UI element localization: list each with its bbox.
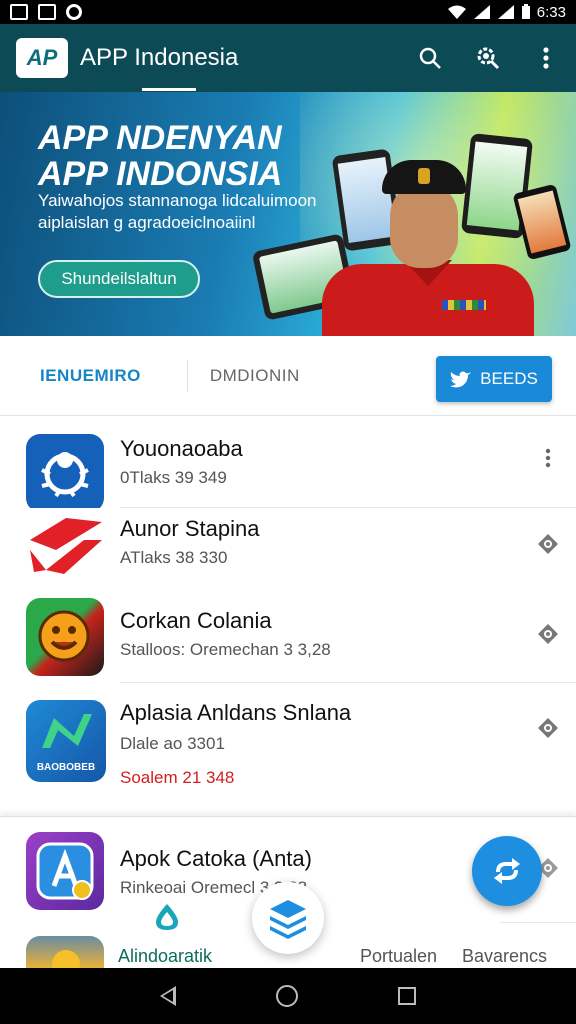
- cap-badge-icon: [418, 168, 430, 184]
- app-name: Aplasia Anldans Snlana: [120, 700, 352, 725]
- back-button[interactable]: [160, 986, 176, 1006]
- banner-cta-button[interactable]: Shundeilslaltun: [38, 260, 200, 298]
- more-vert-icon: [543, 47, 549, 69]
- drop-icon[interactable]: [152, 902, 182, 932]
- list-item[interactable]: Aunor Stapina ATlaks 38 330: [0, 508, 576, 595]
- app-meta: 0Tlaks 39 349: [120, 468, 227, 487]
- sync-icon: [66, 4, 82, 20]
- eye-icon: [538, 718, 558, 738]
- search-icon: [419, 47, 441, 69]
- image-icon: [38, 4, 56, 20]
- status-time: 6:33: [536, 3, 566, 21]
- bird-icon: [450, 371, 472, 388]
- title-underline: [142, 88, 196, 91]
- recents-button[interactable]: [398, 987, 416, 1005]
- banner-subtitle: Yaiwahojos stannanoga lidcaluimoon aipla…: [38, 190, 338, 234]
- system-nav-bar: [0, 968, 576, 1024]
- red-arrows-icon: [30, 518, 102, 574]
- app-meta: Dlale ao 3301: [120, 734, 225, 753]
- more-options-button[interactable]: [536, 446, 560, 470]
- wifi-icon: [447, 5, 466, 19]
- officer-illustration: [322, 160, 534, 336]
- preview-button[interactable]: [536, 532, 560, 556]
- app-icon-n: BAOBOBEB: [26, 700, 106, 782]
- settings-search-button[interactable]: [474, 44, 502, 72]
- banner-headline-line-2: APP INDONSIA: [38, 155, 283, 193]
- officer-head: [390, 182, 458, 268]
- app-name: Aunor Stapina: [120, 516, 260, 541]
- bottom-nav-item-home[interactable]: Alindoaratik: [118, 946, 212, 967]
- search-button[interactable]: [416, 44, 444, 72]
- more-options-button[interactable]: [532, 44, 560, 72]
- status-left-icons: [10, 4, 82, 20]
- medal-ribbons: [442, 300, 486, 310]
- bottom-nav-item-preferences[interactable]: Bavarencs: [462, 946, 547, 967]
- signal-icon-2: [497, 5, 514, 19]
- home-button[interactable]: [276, 985, 298, 1007]
- app-warning-text: Soalem 21 348: [120, 768, 235, 787]
- list-item[interactable]: Youonaoaba 0Tlaks 39 349: [0, 424, 576, 512]
- promo-banner[interactable]: APP NDENYAN APP INDONSIA Yaiwahojos stan…: [0, 92, 576, 336]
- app-icon-appstore: [26, 832, 104, 910]
- list-item[interactable]: BAOBOBEB Aplasia Anldans Snlana Dlale ao…: [0, 684, 576, 806]
- n-logo-icon: [42, 714, 92, 748]
- list-item[interactable]: Corkan Colania Stalloos: Oremechan 3 3,2…: [0, 594, 576, 684]
- app-name: Youonaoaba: [120, 436, 243, 461]
- bug-icon: [41, 452, 89, 498]
- preview-button[interactable]: [536, 716, 560, 740]
- divider: [120, 682, 576, 683]
- eye-icon: [538, 624, 558, 644]
- app-meta: Stalloos: Oremechan 3 3,28: [120, 640, 331, 659]
- banner-subtitle-line-1: Yaiwahojos stannanoga lidcaluimoon: [38, 191, 317, 210]
- refresh-icon: [494, 858, 520, 884]
- filter-button[interactable]: BEEDS: [436, 356, 552, 402]
- app-store-icon: [36, 842, 94, 900]
- app-name: Apok Catoka (Anta): [120, 846, 312, 871]
- tab-divider: [186, 359, 188, 392]
- banner-subtitle-line-2: aiplaislan g agradoeiclnoaiinl: [38, 213, 256, 232]
- notification-icon: [10, 4, 28, 20]
- app-logo[interactable]: AP: [16, 38, 68, 78]
- tabs-row: IENUEMIRO DMDIONIN BEEDS: [0, 336, 576, 416]
- app-icon-red-arrows: [26, 510, 104, 588]
- status-right-icons: 6:33: [447, 4, 566, 21]
- app-bar: AP APP Indonesia: [0, 24, 576, 92]
- battery-icon: [521, 4, 530, 19]
- eye-icon: [538, 534, 558, 554]
- tab-secondary[interactable]: DMDIONIN: [210, 366, 300, 386]
- filter-button-label: BEEDS: [480, 369, 538, 388]
- center-layers-button[interactable]: [252, 882, 324, 954]
- preview-button[interactable]: [536, 622, 560, 646]
- bottom-nav-item-portal[interactable]: Portualen: [360, 946, 437, 967]
- layers-icon: [270, 900, 306, 939]
- status-bar: 6:33: [0, 0, 576, 24]
- app-name: Corkan Colania: [120, 608, 272, 633]
- smiley-icon: [38, 610, 90, 662]
- more-vert-icon: [545, 448, 551, 468]
- banner-headline: APP NDENYAN APP INDONSIA: [38, 120, 282, 192]
- signal-icon: [473, 5, 490, 19]
- app-meta: ATlaks 38 330: [120, 548, 228, 567]
- app-icon-game: [26, 598, 104, 676]
- banner-headline-line-1: APP NDENYAN: [38, 119, 282, 157]
- tab-primary[interactable]: IENUEMIRO: [40, 366, 141, 386]
- app-icon-bug: [26, 434, 104, 512]
- app-title: APP Indonesia: [80, 44, 239, 71]
- share-fab[interactable]: [472, 836, 542, 906]
- app-icon-label: BAOBOBEB: [36, 762, 96, 773]
- settings-search-icon: [477, 47, 500, 70]
